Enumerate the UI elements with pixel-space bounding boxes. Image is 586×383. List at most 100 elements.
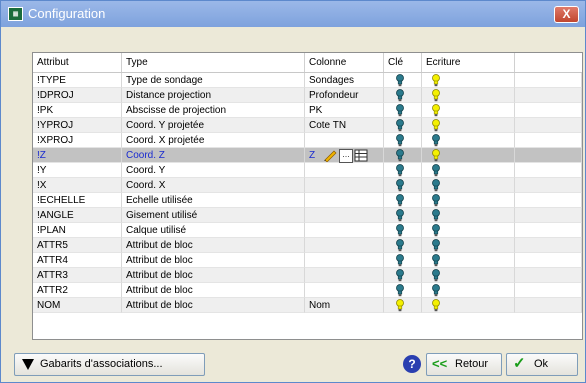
- cell-cle[interactable]: [384, 208, 422, 223]
- cell-ecriture[interactable]: [422, 298, 515, 313]
- cell-cle[interactable]: [384, 163, 422, 178]
- cle-bulb-icon[interactable]: [396, 134, 404, 147]
- ecriture-bulb-icon[interactable]: [432, 74, 440, 87]
- cell-cle[interactable]: [384, 133, 422, 148]
- ecriture-bulb-icon[interactable]: [432, 269, 440, 282]
- gabarits-button[interactable]: Gabarits d'associations...: [14, 353, 205, 376]
- cle-bulb-icon[interactable]: [396, 179, 404, 192]
- close-button[interactable]: X: [554, 6, 579, 23]
- cell-ecriture[interactable]: [422, 268, 515, 283]
- table-row[interactable]: !DPROJ Distance projection Profondeur: [33, 88, 582, 103]
- cell-cle[interactable]: [384, 283, 422, 298]
- cell-colonne[interactable]: [305, 133, 384, 148]
- cell-colonne[interactable]: [305, 193, 384, 208]
- cle-bulb-icon[interactable]: [396, 254, 404, 267]
- cell-ecriture[interactable]: [422, 223, 515, 238]
- column-header-type[interactable]: Type: [122, 53, 305, 72]
- cell-ecriture[interactable]: [422, 208, 515, 223]
- cell-ecriture[interactable]: [422, 118, 515, 133]
- cell-colonne[interactable]: Sondages: [305, 73, 384, 88]
- cle-bulb-icon[interactable]: [396, 224, 404, 237]
- title-bar[interactable]: ▦ Configuration X: [1, 1, 585, 27]
- cell-cle[interactable]: [384, 193, 422, 208]
- cell-ecriture[interactable]: [422, 178, 515, 193]
- table-row[interactable]: !ANGLE Gisement utilisé: [33, 208, 582, 223]
- ecriture-bulb-icon[interactable]: [432, 254, 440, 267]
- cell-cle[interactable]: [384, 88, 422, 103]
- cle-bulb-icon[interactable]: [396, 284, 404, 297]
- table-row[interactable]: ATTR4 Attribut de bloc: [33, 253, 582, 268]
- cle-bulb-icon[interactable]: [396, 149, 404, 162]
- cle-bulb-icon[interactable]: [396, 89, 404, 102]
- cle-bulb-icon[interactable]: [396, 269, 404, 282]
- ecriture-bulb-icon[interactable]: [432, 224, 440, 237]
- ecriture-bulb-icon[interactable]: [432, 134, 440, 147]
- cell-ecriture[interactable]: [422, 238, 515, 253]
- cell-colonne[interactable]: Nom: [305, 298, 384, 313]
- cell-cle[interactable]: [384, 178, 422, 193]
- cell-ecriture[interactable]: [422, 283, 515, 298]
- cell-ecriture[interactable]: [422, 148, 515, 163]
- cell-ecriture[interactable]: [422, 163, 515, 178]
- cle-bulb-icon[interactable]: [396, 104, 404, 117]
- cell-cle[interactable]: [384, 253, 422, 268]
- ecriture-bulb-icon[interactable]: [432, 119, 440, 132]
- table-row[interactable]: ATTR3 Attribut de bloc: [33, 268, 582, 283]
- cell-colonne[interactable]: [305, 268, 384, 283]
- cell-ecriture[interactable]: [422, 193, 515, 208]
- ecriture-bulb-icon[interactable]: [432, 164, 440, 177]
- pencil-icon[interactable]: [323, 149, 337, 162]
- column-header-colonne[interactable]: Colonne: [305, 53, 384, 72]
- cell-colonne[interactable]: Profondeur: [305, 88, 384, 103]
- cle-bulb-icon[interactable]: [396, 299, 404, 312]
- cell-cle[interactable]: [384, 73, 422, 88]
- cell-cle[interactable]: [384, 148, 422, 163]
- table-row[interactable]: !X Coord. X: [33, 178, 582, 193]
- cell-colonne[interactable]: [305, 208, 384, 223]
- cell-ecriture[interactable]: [422, 103, 515, 118]
- column-header-cle[interactable]: Clé: [384, 53, 422, 72]
- table-row[interactable]: !PK Abscisse de projection PK: [33, 103, 582, 118]
- cle-bulb-icon[interactable]: [396, 239, 404, 252]
- cell-colonne[interactable]: [305, 178, 384, 193]
- table-row[interactable]: NOM Attribut de bloc Nom: [33, 298, 582, 313]
- cell-ecriture[interactable]: [422, 253, 515, 268]
- ecriture-bulb-icon[interactable]: [432, 179, 440, 192]
- cell-colonne[interactable]: PK: [305, 103, 384, 118]
- cell-cle[interactable]: [384, 238, 422, 253]
- cell-colonne[interactable]: [305, 283, 384, 298]
- cell-colonne[interactable]: [305, 163, 384, 178]
- column-header-ecriture[interactable]: Ecriture: [422, 53, 515, 72]
- cell-cle[interactable]: [384, 268, 422, 283]
- ecriture-bulb-icon[interactable]: [432, 104, 440, 117]
- ecriture-bulb-icon[interactable]: [432, 194, 440, 207]
- ecriture-bulb-icon[interactable]: [432, 284, 440, 297]
- ecriture-bulb-icon[interactable]: [432, 149, 440, 162]
- cle-bulb-icon[interactable]: [396, 119, 404, 132]
- column-header-attribut[interactable]: Attribut: [33, 53, 122, 72]
- table-row[interactable]: !PLAN Calque utilisé: [33, 223, 582, 238]
- cell-colonne[interactable]: [305, 238, 384, 253]
- cell-colonne[interactable]: [305, 253, 384, 268]
- ok-button[interactable]: ✓ Ok: [506, 353, 578, 376]
- help-icon[interactable]: ?: [403, 355, 421, 373]
- table-row[interactable]: !Z Coord. Z Z…: [33, 148, 582, 163]
- table-row[interactable]: !XPROJ Coord. X projetée: [33, 133, 582, 148]
- ellipsis-button[interactable]: …: [339, 149, 353, 163]
- cle-bulb-icon[interactable]: [396, 164, 404, 177]
- cell-cle[interactable]: [384, 118, 422, 133]
- ecriture-bulb-icon[interactable]: [432, 299, 440, 312]
- table-row[interactable]: !TYPE Type de sondage Sondages: [33, 73, 582, 88]
- table-row[interactable]: ATTR5 Attribut de bloc: [33, 238, 582, 253]
- cell-cle[interactable]: [384, 103, 422, 118]
- table-row[interactable]: !ECHELLE Echelle utilisée: [33, 193, 582, 208]
- table-row[interactable]: !Y Coord. Y: [33, 163, 582, 178]
- cell-ecriture[interactable]: [422, 73, 515, 88]
- table-icon[interactable]: [354, 149, 368, 162]
- retour-button[interactable]: << Retour: [426, 353, 502, 376]
- table-row[interactable]: ATTR2 Attribut de bloc: [33, 283, 582, 298]
- ecriture-bulb-icon[interactable]: [432, 89, 440, 102]
- ecriture-bulb-icon[interactable]: [432, 239, 440, 252]
- cell-ecriture[interactable]: [422, 88, 515, 103]
- ecriture-bulb-icon[interactable]: [432, 209, 440, 222]
